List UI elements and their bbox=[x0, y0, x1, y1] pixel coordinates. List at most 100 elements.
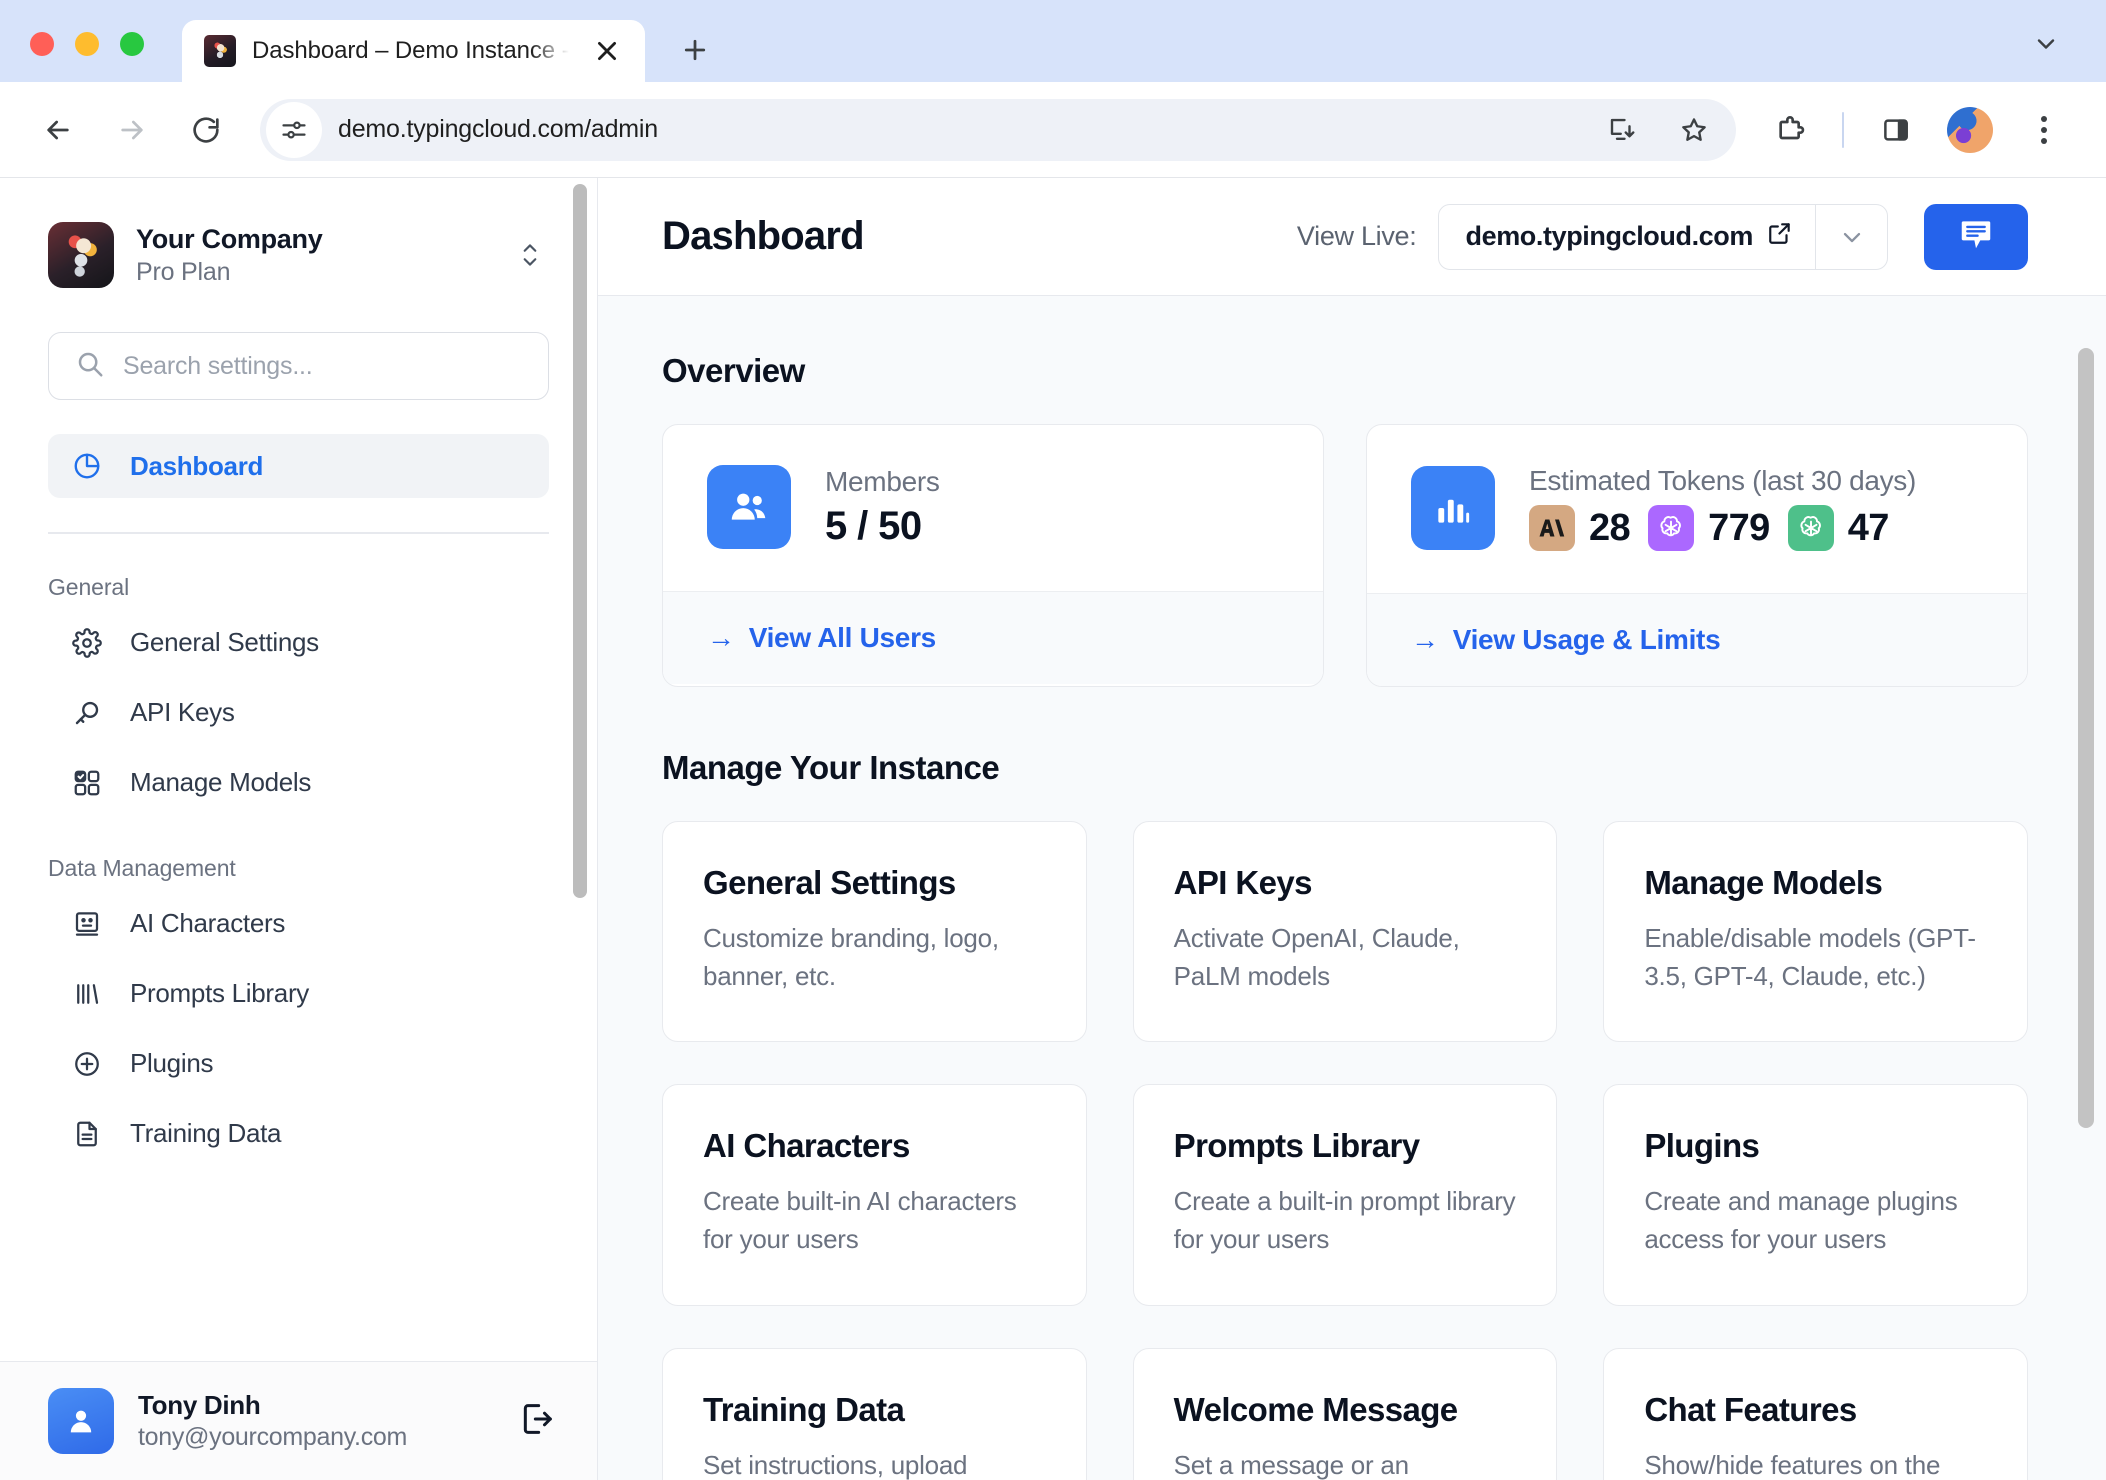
feature-card-desc: Set a message or an bbox=[1174, 1447, 1517, 1480]
main-scrollbar[interactable] bbox=[2076, 296, 2096, 1480]
org-switcher[interactable]: Your Company Pro Plan bbox=[48, 178, 549, 288]
side-panel-icon[interactable] bbox=[1864, 98, 1928, 162]
tokens-text: Estimated Tokens (last 30 days) 28 bbox=[1529, 465, 1916, 551]
openai-icon bbox=[1788, 505, 1834, 551]
new-tab-button[interactable] bbox=[667, 22, 723, 78]
tab-title: Dashboard – Demo Instance - bbox=[252, 37, 569, 65]
feature-card-title: AI Characters bbox=[703, 1127, 1046, 1165]
sidebar-item-label: AI Characters bbox=[130, 908, 285, 939]
org-plan: Pro Plan bbox=[136, 258, 489, 287]
feature-card-general-settings[interactable]: General Settings Customize branding, log… bbox=[662, 821, 1087, 1042]
sidebar-scrollbar[interactable] bbox=[571, 178, 589, 1361]
view-all-users-link[interactable]: → View All Users bbox=[707, 622, 1279, 654]
search-placeholder: Search settings... bbox=[123, 352, 313, 381]
live-url-button[interactable]: demo.typingcloud.com bbox=[1439, 205, 1815, 269]
bookmark-star-icon[interactable] bbox=[1662, 98, 1726, 162]
view-live-control[interactable]: demo.typingcloud.com bbox=[1438, 204, 1888, 270]
address-bar[interactable]: demo.typingcloud.com/admin bbox=[260, 99, 1736, 161]
feature-card-plugins[interactable]: Plugins Create and manage plugins access… bbox=[1603, 1084, 2028, 1305]
back-icon[interactable] bbox=[26, 98, 90, 162]
token-provider-openai-green: 47 bbox=[1788, 505, 1889, 551]
tab-search-chevron-down-icon[interactable] bbox=[2020, 18, 2072, 70]
feature-card-desc: Show/hide features on the bbox=[1644, 1447, 1987, 1480]
search-input[interactable]: Search settings... bbox=[48, 332, 549, 400]
sidebar-item-manage-models[interactable]: Manage Models bbox=[48, 751, 549, 815]
org-logo bbox=[48, 222, 114, 288]
user-info: Tony Dinh tony@yourcompany.com bbox=[138, 1390, 493, 1452]
chat-bubble-icon bbox=[1957, 215, 1995, 258]
sidebar-item-general-settings[interactable]: General Settings bbox=[48, 611, 549, 675]
tokens-card[interactable]: Estimated Tokens (last 30 days) 28 bbox=[1366, 424, 2028, 687]
feature-card-prompts-library[interactable]: Prompts Library Create a built-in prompt… bbox=[1133, 1084, 1558, 1305]
external-link-icon bbox=[1767, 220, 1793, 253]
chat-button[interactable] bbox=[1924, 204, 2028, 270]
main-scrollbar-thumb[interactable] bbox=[2078, 348, 2094, 1128]
avatar bbox=[1947, 107, 1993, 153]
feature-card-chat-features[interactable]: Chat Features Show/hide features on the bbox=[1603, 1348, 2028, 1480]
profile-avatar[interactable] bbox=[1938, 98, 2002, 162]
token-provider-anthropic: 28 bbox=[1529, 505, 1630, 551]
token-count: 47 bbox=[1848, 507, 1889, 550]
feature-card-welcome-message[interactable]: Welcome Message Set a message or an bbox=[1133, 1348, 1558, 1480]
feature-card-title: Plugins bbox=[1644, 1127, 1987, 1165]
members-text: Members 5 / 50 bbox=[825, 466, 940, 549]
sidebar-item-label: General Settings bbox=[130, 627, 319, 658]
sidebar-group-title-data-management: Data Management bbox=[48, 855, 549, 882]
install-app-icon[interactable] bbox=[1590, 98, 1654, 162]
chevron-down-icon[interactable] bbox=[1815, 205, 1887, 269]
reload-icon[interactable] bbox=[174, 98, 238, 162]
sidebar-item-label: Training Data bbox=[130, 1118, 281, 1149]
org-text: Your Company Pro Plan bbox=[136, 223, 489, 288]
sidebar-item-dashboard[interactable]: Dashboard bbox=[48, 434, 549, 498]
anthropic-icon bbox=[1529, 505, 1575, 551]
minimize-window-button[interactable] bbox=[75, 32, 99, 56]
feature-card-title: Training Data bbox=[703, 1391, 1046, 1429]
feature-card-api-keys[interactable]: API Keys Activate OpenAI, Claude, PaLM m… bbox=[1133, 821, 1558, 1042]
view-all-users-label: View All Users bbox=[749, 622, 936, 654]
tokens-card-footer: → View Usage & Limits bbox=[1367, 593, 2027, 686]
chevron-up-down-icon[interactable] bbox=[511, 238, 549, 272]
feature-card-training-data[interactable]: Training Data Set instructions, upload bbox=[662, 1348, 1087, 1480]
browser-tab[interactable]: Dashboard – Demo Instance - bbox=[182, 20, 645, 82]
site-settings-icon[interactable] bbox=[266, 102, 322, 158]
manage-section-title: Manage Your Instance bbox=[662, 749, 2028, 787]
maximize-window-button[interactable] bbox=[120, 32, 144, 56]
sidebar-item-label: Prompts Library bbox=[130, 978, 309, 1009]
feature-card-title: Chat Features bbox=[1644, 1391, 1987, 1429]
org-name: Your Company bbox=[136, 223, 489, 257]
sidebar-item-training-data[interactable]: Training Data bbox=[48, 1102, 549, 1166]
feature-card-title: API Keys bbox=[1174, 864, 1517, 902]
sidebar-item-api-keys[interactable]: API Keys bbox=[48, 681, 549, 745]
sidebar-item-label: Manage Models bbox=[130, 767, 311, 798]
sidebar-item-ai-characters[interactable]: AI Characters bbox=[48, 892, 549, 956]
token-provider-openai-purple: 779 bbox=[1648, 505, 1770, 551]
sidebar-scrollbar-thumb[interactable] bbox=[573, 184, 587, 898]
document-icon bbox=[70, 1117, 104, 1151]
feature-card-manage-models[interactable]: Manage Models Enable/disable models (GPT… bbox=[1603, 821, 2028, 1042]
chrome-menu-icon[interactable] bbox=[2012, 98, 2076, 162]
forward-icon[interactable] bbox=[100, 98, 164, 162]
avatar bbox=[48, 1388, 114, 1454]
browser-window: Dashboard – Demo Instance - bbox=[0, 0, 2106, 1480]
tab-strip: Dashboard – Demo Instance - bbox=[0, 0, 2106, 82]
close-window-button[interactable] bbox=[30, 32, 54, 56]
view-usage-limits-link[interactable]: → View Usage & Limits bbox=[1411, 624, 1983, 656]
sidebar-item-plugins[interactable]: Plugins bbox=[48, 1032, 549, 1096]
live-url-text: demo.typingcloud.com bbox=[1465, 221, 1753, 252]
sidebar-item-prompts-library[interactable]: Prompts Library bbox=[48, 962, 549, 1026]
feature-card-ai-characters[interactable]: AI Characters Create built-in AI charact… bbox=[662, 1084, 1087, 1305]
feature-card-title: General Settings bbox=[703, 864, 1046, 902]
members-value: 5 / 50 bbox=[825, 504, 940, 549]
extensions-icon[interactable] bbox=[1758, 98, 1822, 162]
logout-icon[interactable] bbox=[517, 1399, 557, 1444]
main-scroll-area: Overview Members 5 / 50 bbox=[598, 296, 2106, 1480]
manage-cards-grid: General Settings Customize branding, log… bbox=[662, 821, 2028, 1480]
plus-circle-icon bbox=[70, 1047, 104, 1081]
close-icon[interactable] bbox=[585, 29, 629, 73]
bars-icon bbox=[70, 977, 104, 1011]
sidebar-user-footer[interactable]: Tony Dinh tony@yourcompany.com bbox=[0, 1361, 597, 1480]
user-name: Tony Dinh bbox=[138, 1390, 493, 1421]
window-traffic-lights[interactable] bbox=[30, 32, 144, 82]
members-card[interactable]: Members 5 / 50 → View All Users bbox=[662, 424, 1324, 687]
tokens-label: Estimated Tokens (last 30 days) bbox=[1529, 465, 1916, 497]
